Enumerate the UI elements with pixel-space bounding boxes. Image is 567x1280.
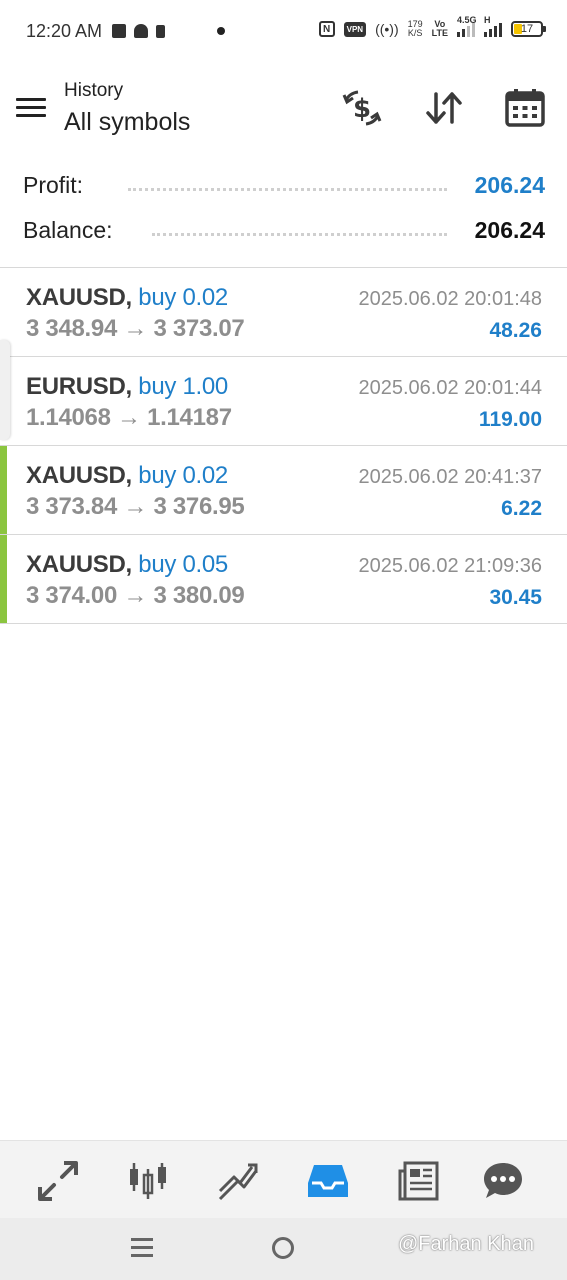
deal-time: 2025.06.02 20:41:37 [358, 466, 542, 488]
profit-value: 206.24 [474, 172, 545, 198]
balance-row: Balance: 206.24 [0, 211, 567, 251]
status-system-icons: N VPN ((•)) 179 K/S Vo LTE 4.5G H 17 [318, 15, 546, 38]
image-notification-icon [112, 24, 126, 38]
dotted-leader [128, 188, 447, 191]
deal-row[interactable]: XAUUSD, buy 0.02 3 373.84 → 3 376.95 202… [0, 446, 567, 535]
deal-profit: 119.00 [478, 408, 542, 431]
deal-prices: 3 374.00 → 3 380.09 [26, 582, 245, 609]
hotspot-icon: ((•)) [375, 21, 399, 37]
more-notifications-icon [217, 27, 225, 35]
signal-icon-2: H [484, 15, 502, 37]
trade-icon[interactable] [216, 1159, 260, 1203]
battery-icon: 17 [511, 21, 546, 37]
edge-panel-handle[interactable] [0, 340, 10, 440]
dollar-refresh-icon[interactable]: $ [340, 86, 384, 130]
deal-row[interactable]: XAUUSD, buy 0.02 3 348.94 → 3 373.07 202… [0, 268, 567, 357]
deal-profit: 48.26 [489, 319, 542, 342]
deal-side: buy 0.02 [138, 462, 228, 489]
calendar-icon[interactable] [503, 86, 547, 130]
deal-marker [0, 535, 7, 623]
volte-icon: Vo LTE [431, 19, 448, 38]
deal-time: 2025.06.02 21:09:36 [358, 555, 542, 577]
deal-symbol: EURUSD, buy 1.00 [26, 373, 228, 400]
chart-icon[interactable] [126, 1159, 170, 1203]
deal-symbol: XAUUSD, buy 0.05 [26, 551, 228, 578]
nfc-icon: N [318, 21, 335, 37]
profit-row: Profit: 206.24 [0, 166, 567, 206]
menu-icon[interactable] [16, 96, 46, 120]
balance-label: Balance: [23, 217, 113, 243]
deal-profit: 6.22 [501, 497, 542, 520]
recent-apps-icon[interactable] [131, 1238, 153, 1258]
deal-prices: 3 373.84 → 3 376.95 [26, 493, 245, 520]
status-notification-icons [112, 24, 165, 38]
deal-row[interactable]: XAUUSD, buy 0.05 3 374.00 → 3 380.09 202… [0, 535, 567, 624]
dotted-leader [152, 233, 447, 236]
sort-arrows-icon[interactable] [422, 86, 466, 130]
deal-symbol: XAUUSD, buy 0.02 [26, 462, 228, 489]
profit-label: Profit: [23, 172, 84, 198]
header-subtitle: History [64, 80, 124, 101]
deal-row[interactable]: EURUSD, buy 1.00 1.14068 → 1.14187 2025.… [0, 357, 567, 446]
bottom-navigation [0, 1140, 567, 1218]
deal-prices: 1.14068 → 1.14187 [26, 404, 232, 431]
vpn-icon: VPN [343, 21, 367, 37]
deal-prices: 3 348.94 → 3 373.07 [26, 315, 245, 342]
person-notification-icon [134, 24, 148, 38]
watermark: @Farhan Khan [398, 1233, 534, 1255]
quotes-icon[interactable] [36, 1159, 80, 1203]
chat-icon[interactable] [481, 1159, 525, 1203]
deal-marker [0, 446, 7, 534]
app-header: History All symbols $ [0, 64, 567, 156]
deal-side: buy 1.00 [138, 373, 228, 400]
deal-side: buy 0.02 [138, 284, 228, 311]
status-bar: 12:20 AM N VPN ((•)) 179 K/S Vo LTE 4.5G… [0, 0, 567, 64]
history-icon[interactable] [306, 1159, 350, 1203]
deal-time: 2025.06.02 20:01:44 [358, 377, 542, 399]
svg-text:$: $ [353, 94, 371, 124]
system-navigation-bar: @Farhan Khan [0, 1218, 567, 1280]
lock-notification-icon [156, 24, 165, 38]
balance-value: 206.24 [474, 217, 545, 243]
home-icon[interactable] [272, 1237, 294, 1259]
page-title[interactable]: All symbols [64, 108, 190, 137]
status-time: 12:20 AM [26, 21, 103, 41]
deal-time: 2025.06.02 20:01:48 [358, 288, 542, 310]
deals-list: XAUUSD, buy 0.02 3 348.94 → 3 373.07 202… [0, 267, 567, 624]
deal-symbol: XAUUSD, buy 0.02 [26, 284, 228, 311]
deal-profit: 30.45 [489, 586, 542, 609]
deal-side: buy 0.05 [138, 551, 228, 578]
news-icon[interactable] [397, 1159, 441, 1203]
signal-icon-1: 4.5G [457, 15, 477, 37]
network-speed: 179 K/S [407, 19, 423, 38]
